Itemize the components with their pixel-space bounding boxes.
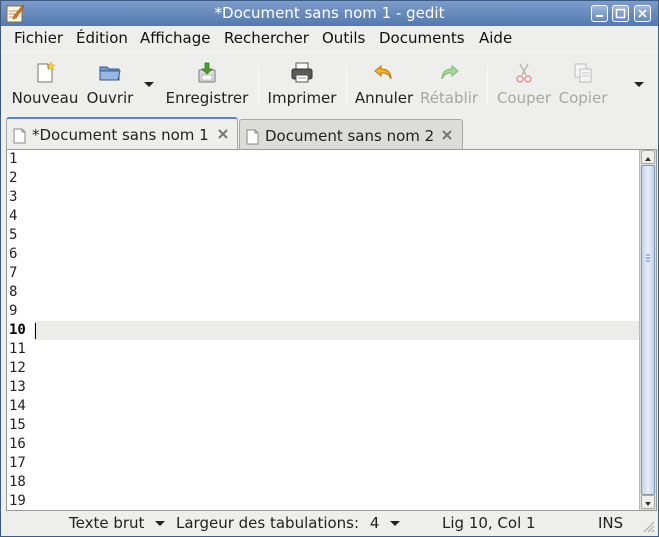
tab-width-selector[interactable]: Largeur des tabulations: 4: [176, 514, 401, 532]
close-tab-icon[interactable]: [216, 127, 230, 141]
line-number: 19: [9, 493, 26, 509]
open-label: Ouvrir: [86, 89, 134, 107]
maximize-button[interactable]: [612, 5, 629, 22]
menu-documents[interactable]: Documents: [379, 29, 465, 47]
save-button[interactable]: Enregistrer: [164, 52, 250, 114]
undo-icon: [374, 64, 392, 80]
text-editor[interactable]: 1 2 3 4 5 6 7 8 9 10 11 12 13 14 15 16 1…: [6, 149, 657, 511]
line-number: 15: [9, 417, 26, 433]
menu-rechercher[interactable]: Rechercher: [224, 29, 309, 47]
chevron-down-icon: [155, 521, 166, 526]
chevron-up-icon: [645, 157, 651, 161]
line-number: 5: [9, 227, 18, 243]
line-number: 7: [9, 265, 18, 281]
line-number: 11: [9, 341, 26, 357]
text-document-icon: [13, 128, 26, 144]
text-cursor: [35, 323, 36, 339]
close-tab-icon[interactable]: [440, 128, 454, 142]
print-button[interactable]: Imprimer: [265, 52, 339, 114]
line-number: 1: [9, 151, 18, 167]
chevron-down-icon: [645, 502, 651, 506]
line-number: 2: [9, 170, 18, 186]
scissors-icon: [516, 63, 532, 83]
vertical-scrollbar[interactable]: [639, 150, 656, 510]
menu-edition[interactable]: Édition: [76, 29, 128, 47]
tab-label: Document sans nom 2: [265, 127, 435, 145]
copy-icon: [574, 63, 592, 83]
language-selector[interactable]: Texte brut: [69, 514, 166, 532]
tab-width-value: 4: [369, 514, 380, 532]
menu-bar: Fichier Édition Affichage Rechercher Out…: [1, 26, 658, 50]
line-number: 12: [9, 360, 26, 376]
minimize-icon: [596, 15, 603, 17]
redo-icon: [441, 64, 459, 80]
line-number: 18: [9, 474, 26, 490]
tab-width-label: Largeur des tabulations:: [176, 514, 360, 532]
save-icon: [198, 62, 216, 83]
scroll-down-button[interactable]: [641, 495, 655, 509]
menu-aide[interactable]: Aide: [479, 29, 512, 47]
window-title: *Document sans nom 1 - gedit: [214, 4, 445, 22]
undo-label: Annuler: [354, 89, 414, 107]
line-number: 9: [9, 303, 18, 319]
tab-document-1[interactable]: *Document sans nom 1: [6, 117, 238, 151]
status-bar: Texte brut Largeur des tabulations: 4 Li…: [1, 511, 658, 536]
save-label: Enregistrer: [165, 89, 249, 107]
print-label: Imprimer: [267, 89, 337, 107]
title-bar[interactable]: *Document sans nom 1 - gedit: [1, 1, 658, 26]
scroll-up-button[interactable]: [641, 150, 655, 164]
toolbar-separator: [487, 66, 488, 104]
open-button[interactable]: Ouvrir: [81, 52, 139, 114]
menu-fichier[interactable]: Fichier: [14, 29, 63, 47]
close-icon: [638, 9, 647, 18]
line-number: 3: [9, 189, 18, 205]
cursor-position: Lig 10, Col 1: [442, 514, 536, 532]
toolbar-separator: [346, 66, 347, 104]
resize-grip-icon[interactable]: [641, 519, 655, 533]
tab-label: *Document sans nom 1: [32, 126, 209, 144]
line-number: 8: [9, 284, 18, 300]
new-label: Nouveau: [11, 89, 79, 107]
open-folder-icon: [99, 66, 121, 81]
line-number: 17: [9, 455, 26, 471]
current-line-highlight: [34, 321, 639, 340]
copy-label: Copier: [558, 89, 608, 107]
redo-button[interactable]: Rétablir: [417, 52, 481, 114]
maximize-icon: [615, 8, 626, 19]
cut-label: Couper: [496, 89, 552, 107]
gedit-window: *Document sans nom 1 - gedit Fichier Édi…: [0, 0, 659, 537]
language-label: Texte brut: [69, 514, 145, 532]
toolbar-overflow-icon[interactable]: [634, 82, 644, 87]
line-number: 4: [9, 208, 18, 224]
insert-mode: INS: [598, 514, 624, 532]
copy-button[interactable]: Copier: [555, 52, 611, 114]
chevron-down-icon: [390, 521, 401, 526]
line-number: 13: [9, 379, 26, 395]
undo-button[interactable]: Annuler: [353, 52, 415, 114]
new-button[interactable]: Nouveau: [9, 52, 81, 114]
close-button[interactable]: [634, 5, 651, 22]
line-number: 6: [9, 246, 18, 262]
minimize-button[interactable]: [591, 5, 608, 22]
line-number-gutter: 1 2 3 4 5 6 7 8 9 10 11 12 13 14 15 16 1…: [7, 150, 34, 510]
printer-icon: [291, 62, 313, 83]
text-document-icon: [246, 129, 259, 145]
grip-icon: [646, 254, 650, 262]
tab-document-2[interactable]: Document sans nom 2: [239, 119, 463, 151]
toolbar-separator: [258, 66, 259, 104]
line-number: 16: [9, 436, 26, 452]
scrollbar-thumb[interactable]: [641, 165, 655, 495]
menu-affichage[interactable]: Affichage: [140, 29, 210, 47]
new-document-icon: [37, 61, 56, 83]
document-tabs: *Document sans nom 1 Document sans nom 2: [1, 115, 658, 151]
line-number-current: 10: [9, 322, 26, 338]
redo-label: Rétablir: [419, 89, 479, 107]
cut-button[interactable]: Couper: [493, 52, 555, 114]
open-recent-dropdown-icon[interactable]: [144, 82, 154, 87]
toolbar: Nouveau Ouvrir Enregistrer Imprimer Annu…: [1, 51, 658, 115]
menu-outils[interactable]: Outils: [322, 29, 365, 47]
line-number: 14: [9, 398, 26, 414]
